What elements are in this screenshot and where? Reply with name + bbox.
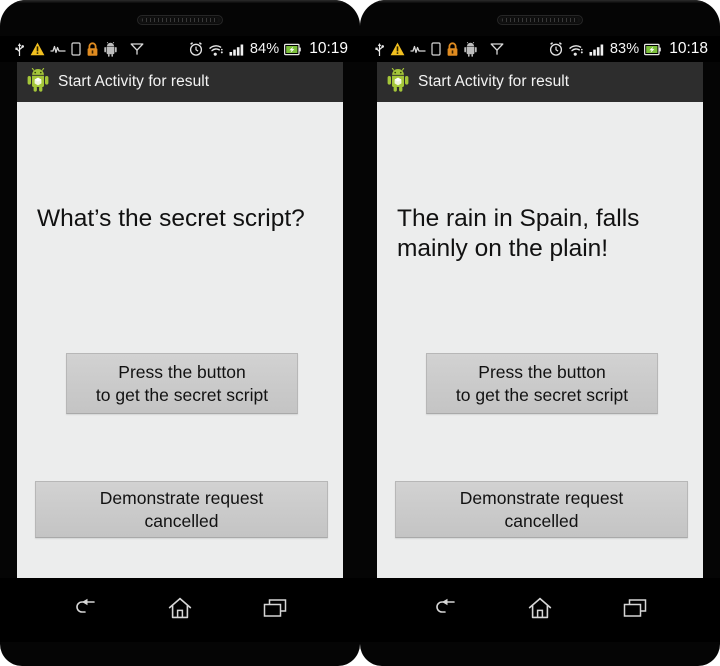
vibrate-icon [50,43,66,55]
back-button[interactable] [60,590,110,630]
device-right: 83% 10:18 Start Activity for result The … [360,0,720,666]
status-icons-right-left-device: 84% 10:19 [189,40,348,58]
home-icon [528,597,552,624]
battery-charging-icon [284,43,302,56]
status-icons-right-right-device: 83% 10:18 [549,40,708,58]
prompt-text: What’s the secret script? [37,205,305,232]
demonstrate-cancel-button-line1: Demonstrate request [459,488,624,509]
earpiece-speaker [137,15,223,25]
status-icons-left [14,41,144,57]
status-bar-left: 84% 10:19 [0,36,360,62]
home-button[interactable] [155,590,205,630]
secret-script-button-line1: Press the button [478,362,606,383]
secret-script-button-line2: to get the secret script [455,384,629,405]
vibrate-icon [410,43,426,55]
sim-card-icon [71,42,81,56]
warning-icon [390,42,405,56]
device-gap-bottom [356,660,364,666]
no-sim-icon [490,42,504,56]
android-debug-icon [104,41,117,57]
no-sim-icon [130,42,144,56]
battery-percent-label: 83% [609,41,640,57]
app-bar-title: Start Activity for result [418,73,570,90]
demonstrate-cancel-button[interactable]: Demonstrate request cancelled [35,481,328,538]
nav-bar-right [360,578,720,642]
secret-script-button-label: Press the button to get the secret scrip… [96,361,268,406]
screenshot-stage: 84% 10:19 Start Activity for result What… [0,0,720,666]
app-bar-left: Start Activity for result [17,62,343,102]
android-app-icon [27,67,49,97]
speaker-grille [142,18,218,22]
signal-icon [589,43,605,56]
secret-script-button[interactable]: Press the button to get the secret scrip… [66,353,298,414]
nav-bar-left [0,578,360,642]
battery-charging-icon [644,43,662,56]
recents-icon [262,597,288,624]
home-button[interactable] [515,590,565,630]
app-bar-right: Start Activity for result [377,62,703,102]
android-app-icon [387,67,409,97]
speaker-grille [502,18,578,22]
secret-script-button-line2: to get the secret script [95,384,269,405]
status-clock: 10:18 [669,40,708,57]
device-gap-top [356,0,364,6]
wifi-icon [208,43,224,56]
usb-icon [374,42,385,57]
demonstrate-cancel-button-label: Demonstrate request cancelled [460,487,623,532]
screen-right: Start Activity for result The rain in Sp… [377,62,703,578]
device-left: 84% 10:19 Start Activity for result What… [0,0,360,666]
status-icons-left [374,41,504,57]
secret-script-button[interactable]: Press the button to get the secret scrip… [426,353,658,414]
status-bar-right: 83% 10:18 [360,36,720,62]
recents-button[interactable] [250,590,300,630]
recents-icon [622,597,648,624]
demonstrate-cancel-button-line2: cancelled [144,510,219,531]
back-icon [72,598,98,623]
alarm-icon [549,42,563,56]
lock-icon [446,41,459,57]
status-clock: 10:19 [309,40,348,57]
sim-card-icon [431,42,441,56]
earpiece-speaker [497,15,583,25]
secret-script-button-line1: Press the button [118,362,246,383]
back-icon [432,598,458,623]
back-button[interactable] [420,590,470,630]
demonstrate-cancel-button[interactable]: Demonstrate request cancelled [395,481,688,538]
prompt-text: The rain in Spain, falls mainly on the p… [397,205,640,262]
home-icon [168,597,192,624]
wifi-icon [568,43,584,56]
battery-percent-label: 84% [249,41,280,57]
content-area-right: The rain in Spain, falls mainly on the p… [377,102,703,578]
demonstrate-cancel-button-line2: cancelled [504,510,579,531]
recents-button[interactable] [610,590,660,630]
demonstrate-cancel-button-label: Demonstrate request cancelled [100,487,263,532]
lock-icon [86,41,99,57]
android-debug-icon [464,41,477,57]
usb-icon [14,42,25,57]
signal-icon [229,43,245,56]
demonstrate-cancel-button-line1: Demonstrate request [99,488,264,509]
alarm-icon [189,42,203,56]
warning-icon [30,42,45,56]
screen-left: Start Activity for result What’s the sec… [17,62,343,578]
secret-script-button-label: Press the button to get the secret scrip… [456,361,628,406]
app-bar-title: Start Activity for result [58,73,210,90]
content-area-left: What’s the secret script? Press the butt… [17,102,343,578]
